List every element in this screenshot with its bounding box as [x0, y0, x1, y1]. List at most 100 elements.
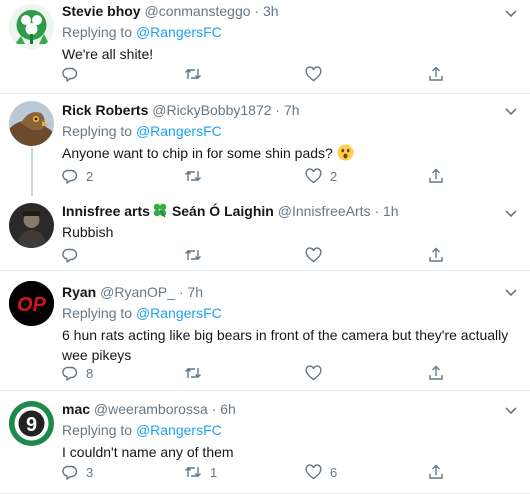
handle[interactable]: @RickyBobby1872: [152, 102, 271, 118]
share-button[interactable]: [428, 363, 444, 383]
handle[interactable]: @InnisfreeArts: [278, 203, 371, 219]
like-count: 2: [330, 168, 338, 184]
mention-link[interactable]: @RangersFC: [136, 123, 222, 139]
share-icon: [429, 464, 443, 479]
avatar[interactable]: [9, 203, 54, 248]
tweet-text: We're all shite!: [62, 46, 154, 62]
reply-button[interactable]: [62, 64, 86, 84]
timestamp[interactable]: 3h: [263, 3, 279, 19]
avatar[interactable]: [9, 101, 54, 146]
tweet-ryan[interactable]: OP Ryan @RyanOP_ · 7h Replying to @Range…: [0, 271, 530, 391]
retweet-button[interactable]: [184, 64, 210, 84]
handle[interactable]: @conmansteggo: [144, 3, 250, 19]
like-button[interactable]: [305, 245, 330, 265]
retweet-button[interactable]: [184, 166, 210, 186]
retweet-count: 1: [210, 464, 218, 480]
tweet-mac[interactable]: 9 mac @weeramborossa · 6h Replying to @R…: [0, 391, 530, 494]
retweet-icon: [185, 69, 201, 79]
avatar[interactable]: 9: [9, 401, 54, 446]
separator-dot: ·: [374, 203, 380, 219]
tweet-actions: 3 1 6: [62, 462, 452, 482]
four-leaf-clover-icon: [153, 203, 167, 218]
like-count: 6: [330, 464, 338, 480]
mention-link[interactable]: @RangersFC: [136, 422, 222, 438]
reply-button[interactable]: 8: [62, 363, 93, 383]
chevron-down-icon[interactable]: [504, 206, 518, 220]
reply-button[interactable]: 3: [62, 462, 93, 482]
avatar[interactable]: [9, 4, 54, 49]
avatar-number-text: 9: [26, 414, 37, 436]
reply-button[interactable]: 2: [62, 166, 93, 186]
tweet-stevie-bhoy[interactable]: Stevie bhoy @conmansteggo · 3h Replying …: [0, 0, 530, 94]
share-icon: [429, 168, 443, 183]
share-button[interactable]: [428, 64, 444, 84]
retweet-button[interactable]: 1: [184, 462, 217, 482]
tweet-rick-roberts[interactable]: Rick Roberts @RickyBobby1872 · 7h Replyi…: [0, 94, 530, 196]
like-icon: [305, 365, 322, 381]
handle[interactable]: @RyanOP_: [100, 284, 175, 300]
like-button[interactable]: 2: [305, 166, 337, 186]
tweet-text: Anyone want to chip in for some shin pad…: [62, 145, 333, 161]
retweet-icon: [185, 368, 201, 378]
separator-dot: ·: [211, 401, 217, 417]
share-button[interactable]: [428, 245, 444, 265]
reply-count: 2: [86, 168, 94, 184]
separator-dot: ·: [178, 284, 184, 300]
reply-count: 3: [86, 464, 94, 480]
astonished-face-emoji: [337, 144, 354, 161]
chevron-down-icon[interactable]: [504, 6, 518, 20]
like-icon: [305, 66, 322, 82]
display-name[interactable]: Rick Roberts: [62, 102, 148, 118]
like-icon: [305, 464, 322, 480]
timestamp[interactable]: 7h: [188, 284, 204, 300]
avatar[interactable]: OP: [9, 281, 54, 326]
retweet-icon: [185, 467, 201, 477]
avatar-logo-text: OP: [17, 294, 47, 316]
retweet-icon: [185, 250, 201, 260]
like-button[interactable]: 6: [305, 462, 337, 482]
replying-to-label: Replying to: [62, 305, 133, 321]
display-name[interactable]: Ryan: [62, 284, 96, 300]
replying-to-label: Replying to: [62, 24, 133, 40]
thread-connector: [31, 148, 33, 196]
share-icon: [429, 66, 443, 81]
share-button[interactable]: [428, 462, 444, 482]
timestamp[interactable]: 7h: [284, 102, 300, 118]
reply-icon: [62, 248, 78, 263]
chevron-down-icon[interactable]: [504, 104, 518, 118]
chevron-down-icon[interactable]: [504, 285, 518, 299]
like-button[interactable]: [305, 64, 330, 84]
display-name-part2[interactable]: Seán Ó Laighin: [172, 203, 274, 219]
like-icon: [305, 168, 322, 184]
replying-to-label: Replying to: [62, 422, 133, 438]
handle[interactable]: @weeramborossa: [94, 401, 208, 417]
display-name[interactable]: mac: [62, 401, 90, 417]
display-name-part1[interactable]: Innisfree arts: [62, 203, 150, 219]
mention-link[interactable]: @RangersFC: [136, 24, 222, 40]
tweet-innisfree-arts[interactable]: Innisfree arts Seán Ó Laighin @InnisfreeA…: [0, 196, 530, 271]
share-icon: [429, 365, 443, 380]
retweet-button[interactable]: [184, 363, 210, 383]
reply-icon: [62, 67, 78, 82]
tweet-text-line-2: wee pikeys: [62, 347, 132, 363]
mention-link[interactable]: @RangersFC: [136, 305, 222, 321]
timestamp[interactable]: 6h: [220, 401, 236, 417]
chevron-down-icon[interactable]: [504, 403, 518, 417]
like-icon: [305, 247, 322, 263]
display-name[interactable]: Stevie bhoy: [62, 3, 141, 19]
timestamp[interactable]: 1h: [383, 203, 399, 219]
retweet-button[interactable]: [184, 245, 210, 265]
tweet-actions: 2 2: [62, 166, 452, 186]
share-icon: [429, 247, 443, 262]
separator-dot: ·: [254, 3, 260, 19]
tweet-text: Rubbish: [62, 224, 114, 240]
reply-icon: [62, 465, 78, 480]
reply-button[interactable]: [62, 245, 86, 265]
tweet-actions: 8: [62, 363, 452, 383]
tweet-text-line-1: 6 hun rats acting like big bears in fron…: [62, 327, 509, 343]
share-button[interactable]: [428, 166, 444, 186]
retweet-icon: [185, 171, 201, 181]
tweet-actions: [62, 245, 452, 265]
like-button[interactable]: [305, 363, 330, 383]
tweet-actions: [62, 64, 452, 84]
